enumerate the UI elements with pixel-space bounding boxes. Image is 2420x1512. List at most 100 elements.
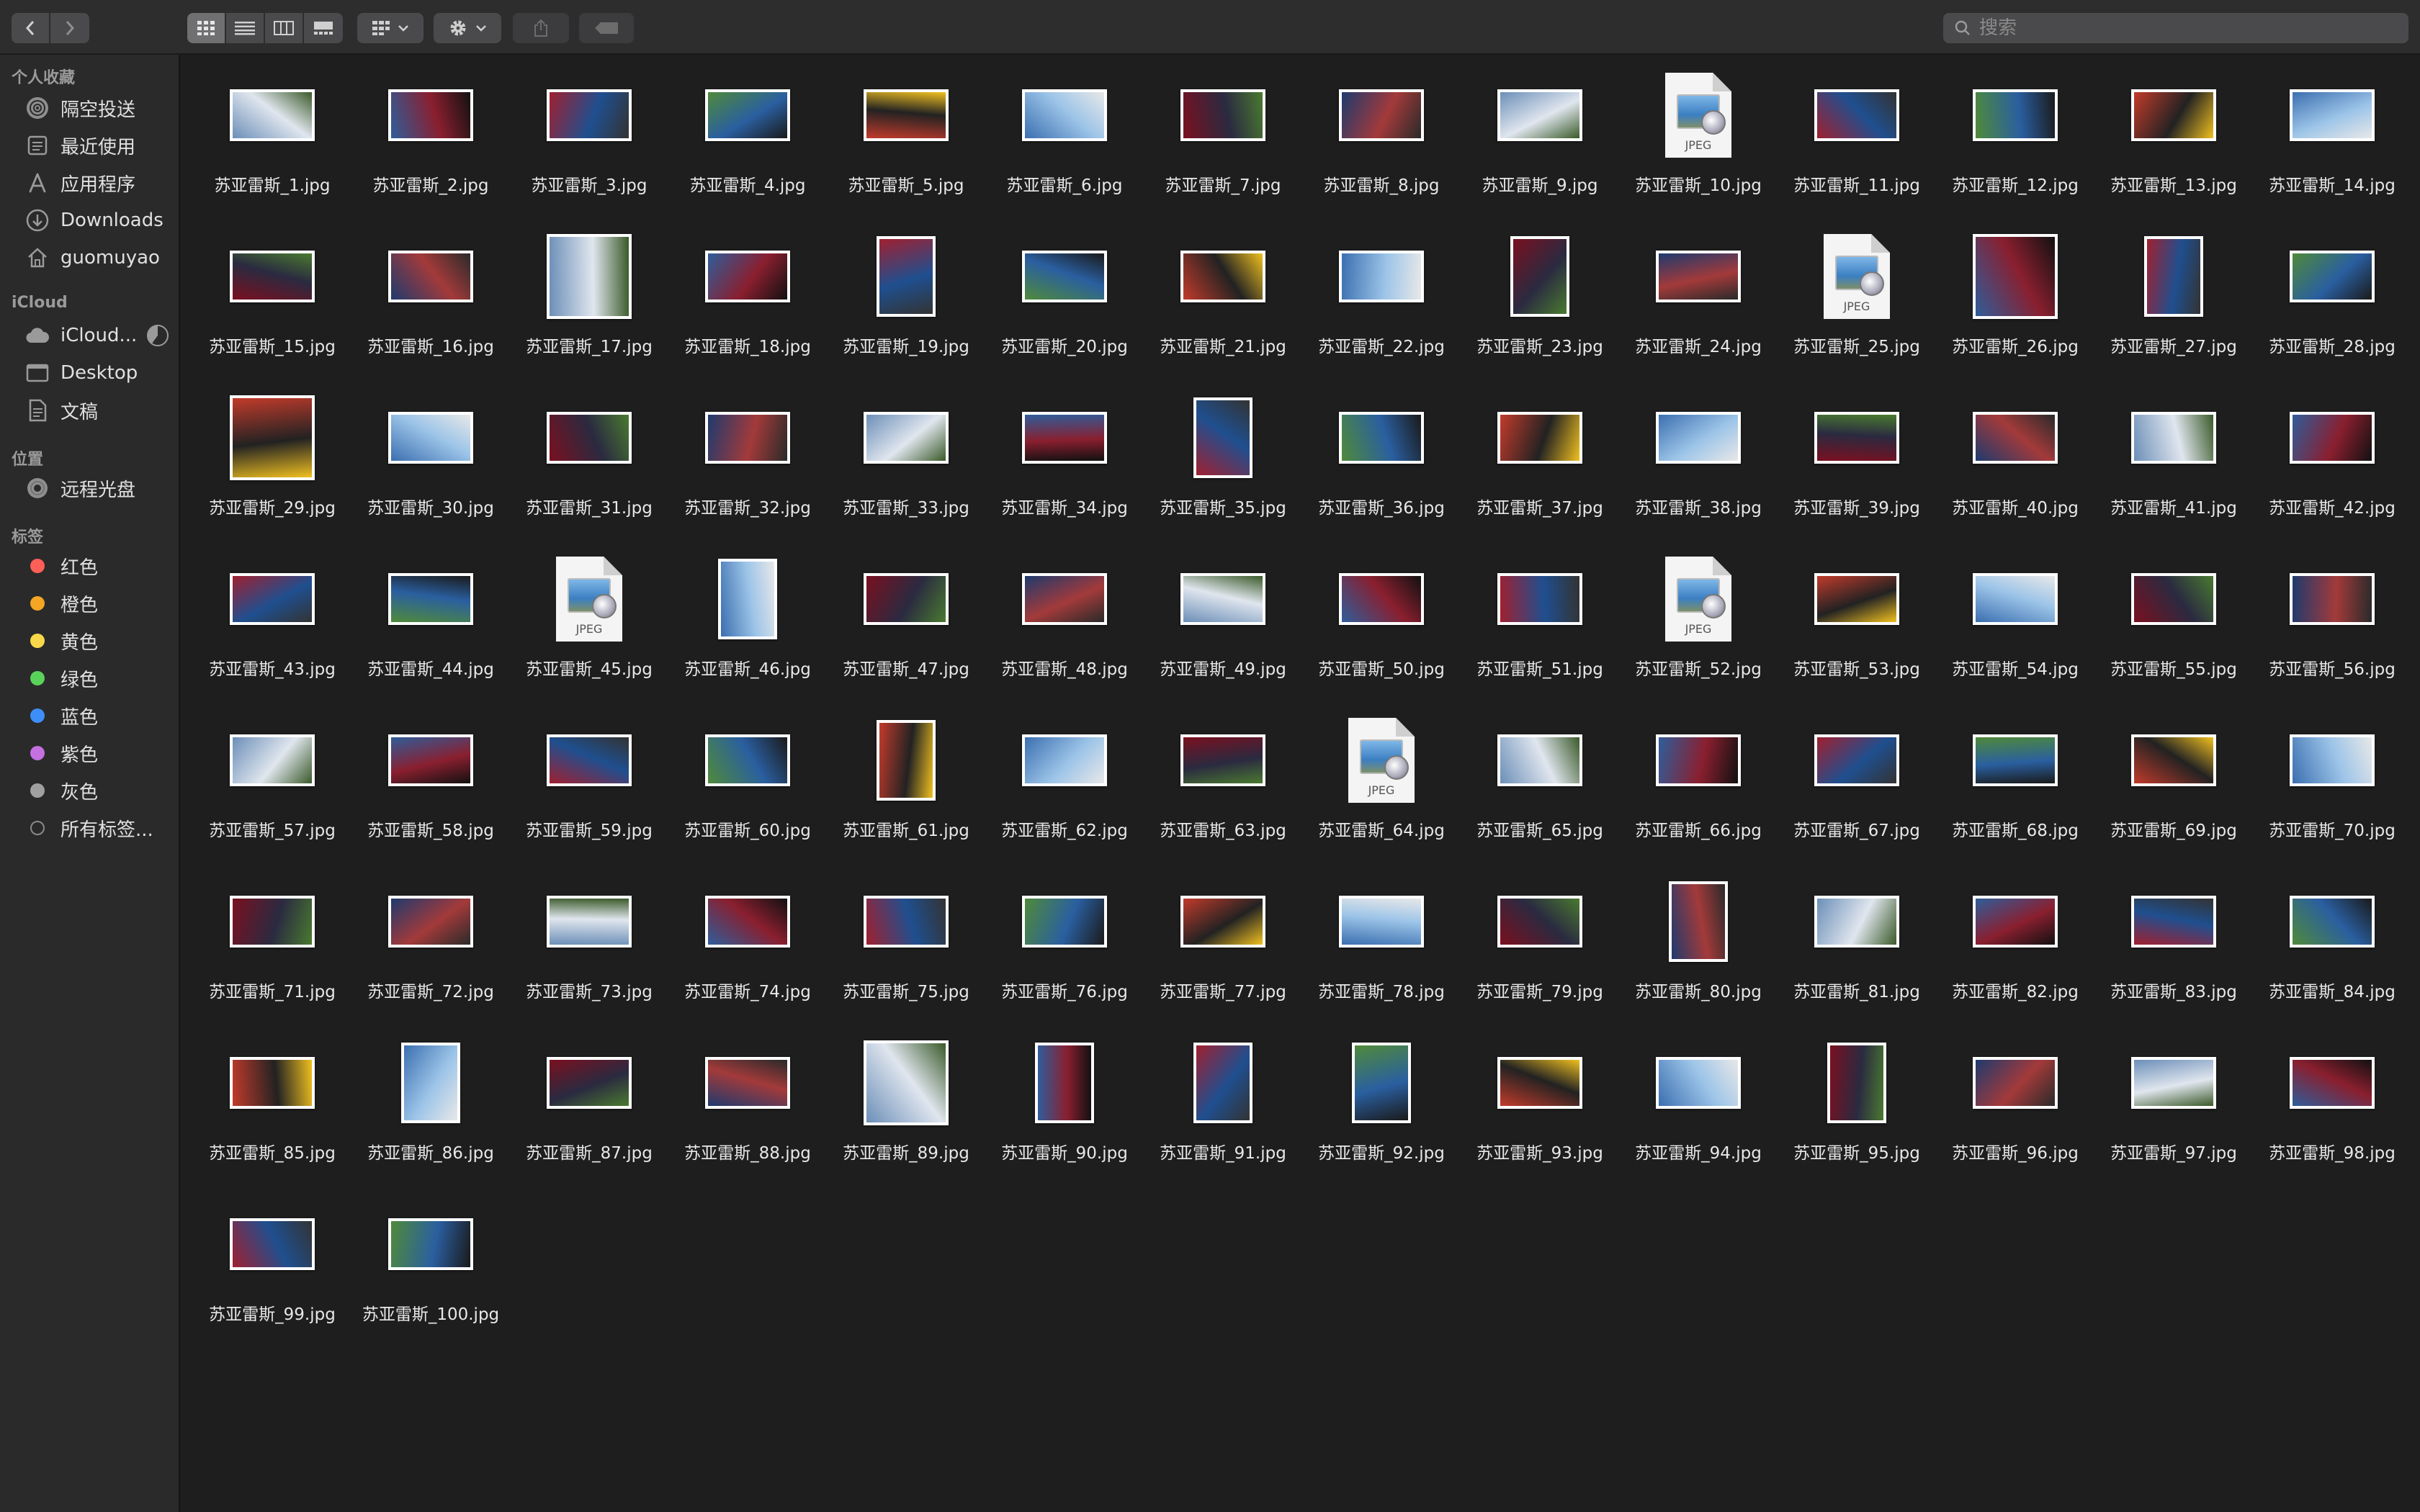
file-item[interactable]: 苏亚雷斯_7.jpg — [1144, 65, 1302, 226]
file-item[interactable]: 苏亚雷斯_29.jpg — [193, 387, 351, 549]
file-item[interactable]: 苏亚雷斯_17.jpg — [510, 226, 668, 387]
file-item[interactable]: 苏亚雷斯_84.jpg — [2253, 871, 2411, 1032]
action-menu-button[interactable] — [434, 13, 501, 43]
file-browser-area[interactable]: 苏亚雷斯_1.jpg 苏亚雷斯_2.jpg 苏亚雷斯_3.jpg 苏亚雷斯_4.jpg… — [180, 55, 2420, 1512]
file-item[interactable]: 苏亚雷斯_95.jpg — [1778, 1032, 1936, 1194]
list-view-button[interactable] — [226, 13, 265, 43]
file-item[interactable]: 苏亚雷斯_98.jpg — [2253, 1032, 2411, 1194]
group-by-button[interactable] — [357, 13, 424, 43]
file-item[interactable]: 苏亚雷斯_35.jpg — [1144, 387, 1302, 549]
file-item[interactable]: 苏亚雷斯_90.jpg — [985, 1032, 1144, 1194]
file-item[interactable]: 苏亚雷斯_51.jpg — [1461, 549, 1619, 710]
file-item[interactable]: 苏亚雷斯_63.jpg — [1144, 710, 1302, 871]
sidebar-tag-item[interactable]: 所有标签... — [12, 812, 174, 844]
file-item[interactable]: 苏亚雷斯_70.jpg — [2253, 710, 2411, 871]
file-item[interactable]: 苏亚雷斯_26.jpg — [1936, 226, 2094, 387]
file-item[interactable]: 苏亚雷斯_53.jpg — [1778, 549, 1936, 710]
file-item[interactable]: 苏亚雷斯_36.jpg — [1302, 387, 1461, 549]
file-item[interactable]: 苏亚雷斯_23.jpg — [1461, 226, 1619, 387]
file-item[interactable]: 苏亚雷斯_3.jpg — [510, 65, 668, 226]
file-item[interactable]: 苏亚雷斯_30.jpg — [351, 387, 510, 549]
file-item[interactable]: 苏亚雷斯_83.jpg — [2094, 871, 2253, 1032]
file-item[interactable]: 苏亚雷斯_8.jpg — [1302, 65, 1461, 226]
sidebar-item-airdrop[interactable]: 隔空投送 — [12, 92, 174, 124]
sidebar-item-downloads[interactable]: Downloads — [12, 204, 174, 236]
file-item[interactable]: 苏亚雷斯_16.jpg — [351, 226, 510, 387]
file-item[interactable]: 苏亚雷斯_86.jpg — [351, 1032, 510, 1194]
file-item[interactable]: 苏亚雷斯_33.jpg — [827, 387, 985, 549]
file-item[interactable]: 苏亚雷斯_55.jpg — [2094, 549, 2253, 710]
sidebar-tag-item[interactable]: 灰色 — [12, 775, 174, 806]
file-item[interactable]: 苏亚雷斯_9.jpg — [1461, 65, 1619, 226]
sidebar-item-applications[interactable]: 应用程序 — [12, 167, 174, 199]
file-item[interactable]: 苏亚雷斯_78.jpg — [1302, 871, 1461, 1032]
file-item[interactable]: 苏亚雷斯_67.jpg — [1778, 710, 1936, 871]
file-item[interactable]: 苏亚雷斯_40.jpg — [1936, 387, 2094, 549]
file-item[interactable]: 苏亚雷斯_27.jpg — [2094, 226, 2253, 387]
file-item[interactable]: 苏亚雷斯_80.jpg — [1619, 871, 1778, 1032]
file-item[interactable]: 苏亚雷斯_20.jpg — [985, 226, 1144, 387]
forward-button[interactable] — [50, 13, 89, 43]
file-item[interactable]: 苏亚雷斯_62.jpg — [985, 710, 1144, 871]
file-item[interactable]: 苏亚雷斯_37.jpg — [1461, 387, 1619, 549]
file-item[interactable]: 苏亚雷斯_11.jpg — [1778, 65, 1936, 226]
file-item[interactable]: 苏亚雷斯_19.jpg — [827, 226, 985, 387]
file-item[interactable]: 苏亚雷斯_2.jpg — [351, 65, 510, 226]
gallery-view-button[interactable] — [304, 13, 343, 43]
file-item[interactable]: 苏亚雷斯_74.jpg — [668, 871, 827, 1032]
file-item[interactable]: 苏亚雷斯_93.jpg — [1461, 1032, 1619, 1194]
file-item[interactable]: 苏亚雷斯_44.jpg — [351, 549, 510, 710]
file-item[interactable]: 苏亚雷斯_71.jpg — [193, 871, 351, 1032]
file-item[interactable]: 苏亚雷斯_96.jpg — [1936, 1032, 2094, 1194]
sidebar-item-icloud-drive[interactable]: iCloud... — [12, 320, 174, 351]
file-item[interactable]: 苏亚雷斯_32.jpg — [668, 387, 827, 549]
edit-tags-button[interactable] — [579, 13, 634, 43]
sidebar-item-home[interactable]: guomuyao — [12, 242, 174, 274]
file-item[interactable]: 苏亚雷斯_34.jpg — [985, 387, 1144, 549]
file-item[interactable]: 苏亚雷斯_66.jpg — [1619, 710, 1778, 871]
sidebar-tag-item[interactable]: 紫色 — [12, 737, 174, 769]
sidebar-tag-item[interactable]: 蓝色 — [12, 700, 174, 732]
file-item[interactable]: 苏亚雷斯_85.jpg — [193, 1032, 351, 1194]
column-view-button[interactable] — [265, 13, 304, 43]
file-item[interactable]: 苏亚雷斯_39.jpg — [1778, 387, 1936, 549]
file-item[interactable]: 苏亚雷斯_13.jpg — [2094, 65, 2253, 226]
file-item[interactable]: 苏亚雷斯_12.jpg — [1936, 65, 2094, 226]
file-item[interactable]: 苏亚雷斯_1.jpg — [193, 65, 351, 226]
file-item[interactable]: 苏亚雷斯_47.jpg — [827, 549, 985, 710]
file-item[interactable]: JPEG 苏亚雷斯_10.jpg — [1619, 65, 1778, 226]
file-item[interactable]: 苏亚雷斯_28.jpg — [2253, 226, 2411, 387]
file-item[interactable]: 苏亚雷斯_82.jpg — [1936, 871, 2094, 1032]
file-item[interactable]: 苏亚雷斯_75.jpg — [827, 871, 985, 1032]
file-item[interactable]: 苏亚雷斯_72.jpg — [351, 871, 510, 1032]
search-field[interactable] — [1943, 13, 2408, 43]
sidebar-tag-item[interactable]: 黄色 — [12, 625, 174, 657]
file-item[interactable]: 苏亚雷斯_43.jpg — [193, 549, 351, 710]
sidebar-item-documents[interactable]: 文稿 — [12, 395, 174, 426]
icon-view-button[interactable] — [187, 13, 226, 43]
file-item[interactable]: 苏亚雷斯_65.jpg — [1461, 710, 1619, 871]
file-item[interactable]: 苏亚雷斯_48.jpg — [985, 549, 1144, 710]
file-item[interactable]: 苏亚雷斯_91.jpg — [1144, 1032, 1302, 1194]
sidebar-item-desktop[interactable]: Desktop — [12, 357, 174, 389]
share-button[interactable] — [513, 13, 569, 43]
file-item[interactable]: 苏亚雷斯_94.jpg — [1619, 1032, 1778, 1194]
file-item[interactable]: 苏亚雷斯_79.jpg — [1461, 871, 1619, 1032]
file-item[interactable]: 苏亚雷斯_97.jpg — [2094, 1032, 2253, 1194]
file-item[interactable]: 苏亚雷斯_100.jpg — [351, 1194, 510, 1355]
file-item[interactable]: 苏亚雷斯_42.jpg — [2253, 387, 2411, 549]
sidebar-tag-item[interactable]: 橙色 — [12, 588, 174, 619]
file-item[interactable]: 苏亚雷斯_15.jpg — [193, 226, 351, 387]
sidebar-item-remote-disc[interactable]: 远程光盘 — [12, 472, 174, 504]
search-input[interactable] — [1978, 17, 2384, 40]
file-item[interactable]: 苏亚雷斯_56.jpg — [2253, 549, 2411, 710]
file-item[interactable]: 苏亚雷斯_87.jpg — [510, 1032, 668, 1194]
file-item[interactable]: 苏亚雷斯_76.jpg — [985, 871, 1144, 1032]
file-item[interactable]: 苏亚雷斯_18.jpg — [668, 226, 827, 387]
file-item[interactable]: 苏亚雷斯_31.jpg — [510, 387, 668, 549]
file-item[interactable]: JPEG 苏亚雷斯_64.jpg — [1302, 710, 1461, 871]
sidebar-item-recents[interactable]: 最近使用 — [12, 130, 174, 161]
file-item[interactable]: JPEG 苏亚雷斯_45.jpg — [510, 549, 668, 710]
file-item[interactable]: 苏亚雷斯_69.jpg — [2094, 710, 2253, 871]
file-item[interactable]: 苏亚雷斯_50.jpg — [1302, 549, 1461, 710]
